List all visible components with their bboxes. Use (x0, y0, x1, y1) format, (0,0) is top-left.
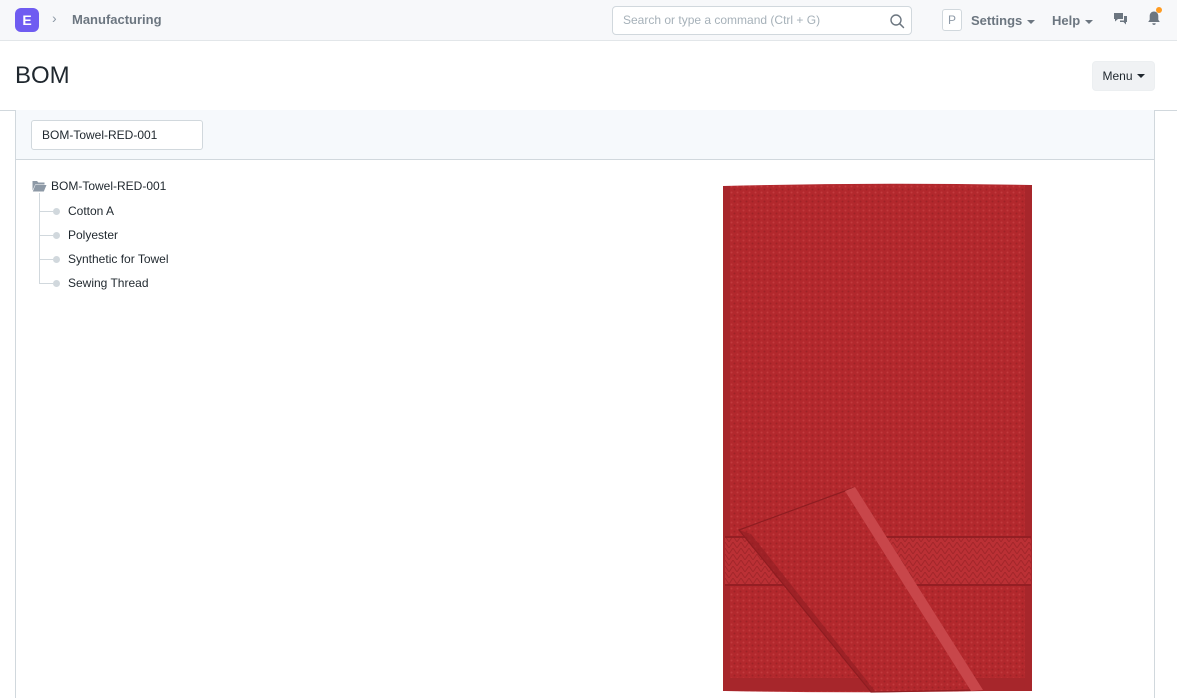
menu-label: Menu (1102, 69, 1133, 83)
settings-label: Settings (971, 13, 1023, 28)
tree-node-label: Cotton A (68, 204, 115, 218)
app-logo[interactable]: E (15, 8, 39, 32)
tree-branch-line (39, 258, 53, 260)
breadcrumb-manufacturing[interactable]: Manufacturing (72, 12, 162, 27)
filter-bar (16, 110, 1154, 160)
search-icon[interactable] (889, 13, 905, 29)
tree-node[interactable]: Cotton A (39, 204, 114, 218)
chat-icon[interactable] (1113, 12, 1128, 26)
bom-filter-input[interactable] (31, 120, 203, 150)
tree-node-label: Synthetic for Towel (68, 252, 169, 266)
node-bullet-icon (53, 207, 60, 215)
awesomebar[interactable] (612, 6, 912, 35)
page-title: BOM (15, 62, 70, 89)
folder-open-icon (32, 181, 47, 192)
tree-node[interactable]: Synthetic for Towel (39, 252, 169, 266)
help-dropdown[interactable]: Help (1052, 13, 1094, 28)
tree-branch-line (39, 234, 53, 236)
tree-branch-line (39, 282, 53, 284)
menu-button[interactable]: Menu (1092, 61, 1155, 91)
node-bullet-icon (53, 279, 60, 287)
tree-node-label: Polyester (68, 228, 119, 242)
caret-down-icon (1027, 19, 1036, 24)
bom-tree-card: BOM-Towel-RED-001 Cotton A Polyester Syn… (15, 110, 1155, 698)
node-bullet-icon (53, 255, 60, 263)
tree-root-label: BOM-Towel-RED-001 (51, 179, 167, 193)
notification-dot (1156, 7, 1162, 13)
tree-node[interactable]: Sewing Thread (39, 276, 149, 290)
caret-down-icon (1136, 74, 1145, 78)
node-bullet-icon (53, 231, 60, 239)
top-navbar: E › Manufacturing P Settings Help (0, 0, 1177, 41)
avatar[interactable]: P (942, 9, 962, 31)
settings-dropdown[interactable]: Settings (971, 13, 1036, 28)
product-image (723, 183, 1032, 693)
tree-branch-line (39, 210, 53, 212)
caret-down-icon (1085, 19, 1094, 24)
chevron-right-icon: › (52, 10, 57, 26)
tree-node[interactable]: Polyester (39, 228, 118, 242)
search-input[interactable] (623, 13, 883, 27)
tree-root-node[interactable]: BOM-Towel-RED-001 (32, 179, 166, 193)
help-label: Help (1052, 13, 1081, 28)
tree-node-label: Sewing Thread (68, 276, 149, 290)
